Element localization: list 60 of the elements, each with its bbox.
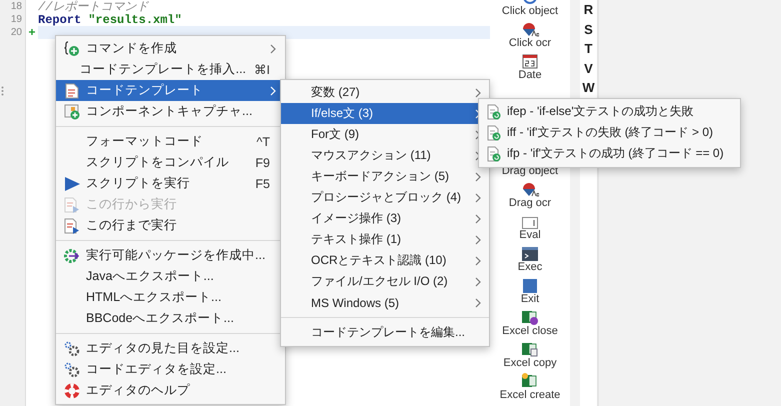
play-icon xyxy=(64,176,80,190)
index-letter[interactable]: R xyxy=(584,0,594,20)
menu-item[interactable]: iff - 'if'文テストの失敗 (終了コード > 0) xyxy=(479,122,740,143)
add-command-icon xyxy=(64,40,80,56)
menu-item[interactable]: キーボードアクション (5) xyxy=(281,166,489,187)
palette-item-label[interactable]: Excel close xyxy=(502,325,558,338)
document-play-icon xyxy=(64,196,80,212)
shortcut-label: ⌘I xyxy=(254,62,270,77)
document-icon xyxy=(487,124,501,140)
code-keyword: Report xyxy=(38,12,82,26)
document-icon xyxy=(487,104,501,120)
palette-item-label[interactable]: Excel create xyxy=(500,389,560,402)
palette-item-label[interactable]: Eval xyxy=(519,229,541,242)
palette-item-label[interactable]: Click object xyxy=(502,5,558,18)
menu-item[interactable]: ifp - 'if'文テストの成功 (終了コード == 0) xyxy=(479,143,740,164)
palette-item-label[interactable]: Exec xyxy=(518,261,542,274)
ocr-icon xyxy=(521,21,539,37)
code-string: "results.xml" xyxy=(88,12,182,26)
palette-item-label[interactable]: Click ocr xyxy=(508,37,552,50)
palette-item-label[interactable]: Date xyxy=(518,69,542,82)
document-play-icon xyxy=(64,218,80,234)
menu-item[interactable]: コードテンプレートを挿入... ⌘I xyxy=(56,59,285,80)
index-letter[interactable]: T xyxy=(584,39,592,58)
lifebuoy-icon xyxy=(64,382,80,398)
ocr-icon xyxy=(521,181,539,197)
shortcut-label: F5 xyxy=(255,176,270,190)
line-number: 20 xyxy=(10,27,22,38)
menu-item[interactable]: ファイル/エクセル I/O (2) xyxy=(281,271,489,292)
menu-item[interactable]: OCRとテキスト認識 (10) xyxy=(281,250,489,271)
calendar-icon xyxy=(522,53,538,69)
spreadsheet-icon xyxy=(521,341,539,357)
menu-item[interactable]: コードエディタを設定... xyxy=(56,359,285,380)
settings-icon xyxy=(64,340,80,356)
spreadsheet-icon xyxy=(521,373,539,389)
palette-item-label[interactable]: Exit xyxy=(520,293,540,306)
menu-item[interactable]: コマンドを作成 xyxy=(56,38,285,59)
index-letter[interactable]: S xyxy=(584,20,593,39)
capture-icon xyxy=(64,104,80,120)
line-number: 19 xyxy=(10,14,22,25)
shortcut-label: ^T xyxy=(256,134,270,148)
menu-item[interactable]: エディタのヘルプ xyxy=(56,380,285,401)
settings-icon xyxy=(64,362,80,378)
menu-item[interactable]: プロシージャとブロック (4) xyxy=(281,187,489,208)
spreadsheet-icon xyxy=(521,309,539,325)
shortcut-label: F9 xyxy=(255,156,270,170)
terminal-icon xyxy=(522,247,538,261)
code-comment: //レポートコマンド xyxy=(38,0,148,14)
index-letter[interactable]: V xyxy=(584,58,593,78)
palette-item-label[interactable]: Excel copy xyxy=(503,357,557,370)
menu-item[interactable]: MS Windows (5) xyxy=(281,292,489,313)
menu-item[interactable]: テキスト操作 (1) xyxy=(281,229,489,250)
palette-item-label[interactable]: Drag ocr xyxy=(508,197,552,210)
menu-item[interactable]: イメージ操作 (3) xyxy=(281,208,489,229)
stop-square-icon xyxy=(523,279,537,293)
index-letter[interactable]: W xyxy=(582,78,595,98)
text-field-icon xyxy=(522,217,538,229)
drag-handle-icon[interactable] xyxy=(1,86,4,96)
document-icon xyxy=(487,146,501,162)
document-icon xyxy=(65,82,79,98)
line-number: 18 xyxy=(10,1,22,12)
